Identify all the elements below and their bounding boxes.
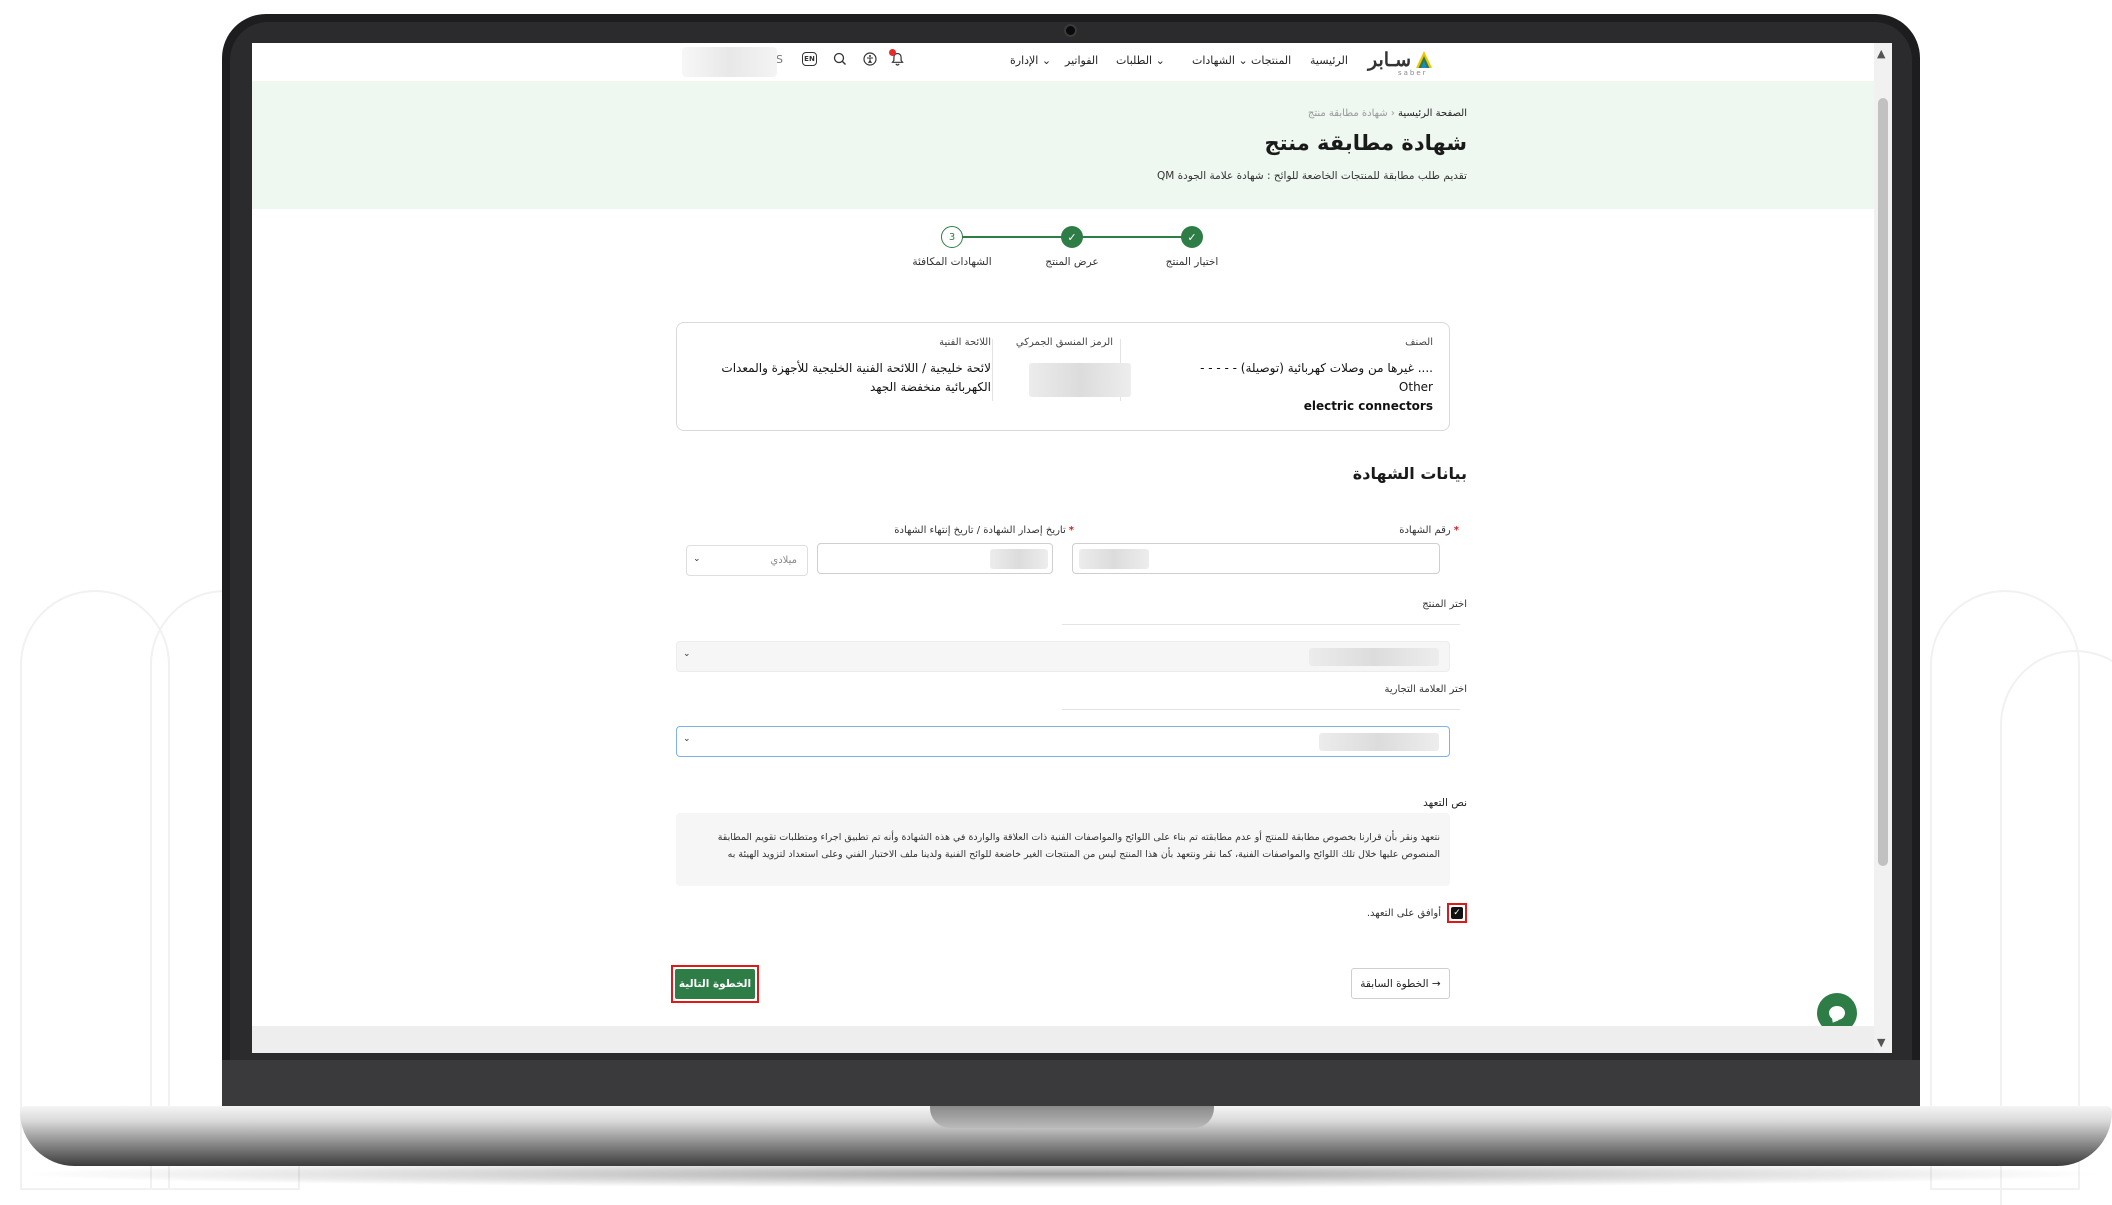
page-title: شهادة مطابقة منتج <box>1264 131 1467 155</box>
step-1-label: اختيار المنتج <box>1165 256 1219 268</box>
step-2-check-icon: ✓ <box>1061 226 1083 248</box>
product-card: الصنف .... غيرها من وصلات كهربائية (توصي… <box>676 322 1450 431</box>
search-icon[interactable] <box>831 50 848 67</box>
regulation-value: لائحة خليجية / اللائحة الفنية الخليجية ل… <box>721 361 991 394</box>
category-label: الصنف <box>1405 337 1433 348</box>
nav-certificates[interactable]: الشهادات ⌄ <box>1192 54 1248 67</box>
lang-label: EN <box>804 54 815 63</box>
logo-mark-icon <box>1416 51 1433 68</box>
chevron-down-icon: ⌄ <box>1155 54 1165 67</box>
camera-icon <box>1064 24 1077 37</box>
scroll-thumb[interactable] <box>1878 98 1888 866</box>
next-button-highlight: الخطوة التالية <box>671 965 759 1003</box>
pledge-label: نص التعهد <box>1423 797 1467 809</box>
user-initial[interactable]: S <box>776 53 783 66</box>
nav-invoices[interactable]: الفواتير <box>1065 54 1098 67</box>
category-value: .... غيرها من وصلات كهربائية (توصيلة) - … <box>1163 359 1433 416</box>
category-value-en: electric connectors <box>1303 399 1433 413</box>
category-value-ar: .... غيرها من وصلات كهربائية (توصيلة) - … <box>1200 361 1433 394</box>
required-mark: * <box>1453 525 1459 536</box>
step-connector <box>1072 236 1192 238</box>
breadcrumb: الصفحة الرئيسية ‹ شهادة مطابقة منتج <box>1308 108 1467 119</box>
check-icon: ✓ <box>1451 907 1463 919</box>
category-column: الصنف .... غيرها من وصلات كهربائية (توصي… <box>1163 337 1433 416</box>
chevron-down-icon: ⌄ <box>1041 54 1052 67</box>
nav-products[interactable]: المنتجات <box>1251 54 1291 67</box>
hs-label: الرمز المنسق الجمركي <box>1015 337 1113 348</box>
nav-certificates-label: الشهادات <box>1192 54 1235 67</box>
chevron-down-icon: ⌄ <box>683 734 691 744</box>
breadcrumb-home[interactable]: الصفحة الرئيسية <box>1398 108 1467 119</box>
agree-row: ✓ أوافق على التعهد. <box>1367 903 1467 923</box>
cert-date-input[interactable] <box>817 543 1053 574</box>
hs-code-value <box>1029 363 1131 397</box>
chevron-down-icon: ⌄ <box>1238 54 1248 67</box>
cert-number-value <box>1079 549 1149 569</box>
regulation-label: اللائحة الفنية <box>939 337 991 348</box>
chat-icon <box>1829 1006 1845 1020</box>
step-3-label: الشهادات المكافئة <box>912 256 992 268</box>
product-select[interactable]: ⌄ <box>676 641 1450 672</box>
breadcrumb-current: شهادة مطابقة منتج <box>1307 108 1388 119</box>
browser-screen: سـابر saber الرئيسية المنتجات الشهادات ⌄… <box>252 43 1892 1053</box>
agree-label: أوافق على التعهد. <box>1366 907 1441 919</box>
cert-date-label: *تاريخ إصدار الشهادة / تاريخ إنتهاء الشه… <box>894 525 1074 536</box>
hero-banner <box>252 81 1874 209</box>
top-nav: سـابر saber الرئيسية المنتجات الشهادات ⌄… <box>252 43 1874 81</box>
product-select-value <box>1309 648 1439 666</box>
previous-step-button[interactable]: → الخطوة السابقة <box>1351 968 1450 999</box>
step-3-number: 3 <box>941 226 963 248</box>
logo-word: سـابر <box>1368 48 1412 71</box>
logo-sub: saber <box>1398 69 1428 77</box>
lang-box: EN <box>802 51 817 66</box>
brand-select-value <box>1319 733 1439 751</box>
calendar-type-value: ميلادي <box>770 555 797 566</box>
section-title: بيانات الشهادة <box>1352 464 1467 483</box>
regulation-column: اللائحة الفنية لائحة خليجية / اللائحة ال… <box>711 337 991 397</box>
notification-dot <box>889 49 896 56</box>
brand-select[interactable]: ⌄ <box>676 726 1450 757</box>
step-1-check-icon: ✓ <box>1181 226 1203 248</box>
scrollbar[interactable]: ▲ ▼ <box>1874 43 1892 1053</box>
saber-logo[interactable]: سـابر saber <box>1368 45 1448 77</box>
nav-admin[interactable]: الإدارة ⌄ <box>1010 54 1051 67</box>
pledge-text: نتعهد ونقر بأن قرارنا بخصوص مطابقة للمنت… <box>676 813 1450 886</box>
language-toggle[interactable]: EN <box>801 50 818 67</box>
nav-admin-label: الإدارة <box>1010 54 1039 67</box>
agree-checkbox[interactable]: ✓ <box>1447 903 1467 923</box>
accessibility-icon[interactable] <box>861 50 878 67</box>
page-subtitle: تقديم طلب مطابقة للمنتجات الخاضعة للوائح… <box>1156 170 1467 182</box>
card-divider <box>992 339 993 401</box>
step-2-label: عرض المنتج <box>1045 256 1099 268</box>
laptop-chin <box>222 1060 1920 1108</box>
calendar-type-select[interactable]: ميلادي ⌄ <box>686 545 808 576</box>
product-select-label: اختر المنتج <box>1422 599 1467 610</box>
next-step-button[interactable]: الخطوة التالية <box>675 969 755 999</box>
hs-column: الرمز المنسق الجمركي <box>1013 337 1113 348</box>
cert-number-input[interactable] <box>1072 543 1440 574</box>
required-mark: * <box>1068 525 1074 536</box>
previous-step-label: الخطوة السابقة <box>1360 977 1429 990</box>
nav-requests-label: الطلبات <box>1116 54 1153 67</box>
step-connector <box>952 236 1072 238</box>
footer-strip <box>252 1026 1874 1053</box>
breadcrumb-separator: ‹ <box>1390 108 1395 119</box>
brand-select-label: اختر العلامة التجارية <box>1384 684 1467 695</box>
cert-number-label: *رقم الشهادة <box>1399 525 1459 536</box>
cert-date-label-text: تاريخ إصدار الشهادة / تاريخ إنتهاء الشها… <box>894 525 1066 536</box>
scroll-down-icon[interactable]: ▼ <box>1877 1036 1885 1049</box>
chevron-down-icon: ⌄ <box>683 649 691 659</box>
nav-requests[interactable]: الطلبات ⌄ <box>1116 54 1165 67</box>
cert-date-value <box>990 549 1048 569</box>
user-menu[interactable] <box>682 47 777 77</box>
laptop-notch <box>930 1106 1214 1128</box>
scroll-up-icon[interactable]: ▲ <box>1877 47 1885 60</box>
nav-home[interactable]: الرئيسية <box>1310 54 1348 67</box>
arrow-right-icon: → <box>1431 977 1441 990</box>
cert-number-label-text: رقم الشهادة <box>1399 525 1451 536</box>
field-underline <box>1062 624 1460 625</box>
field-underline <box>1062 709 1460 710</box>
chevron-down-icon: ⌄ <box>693 554 701 564</box>
